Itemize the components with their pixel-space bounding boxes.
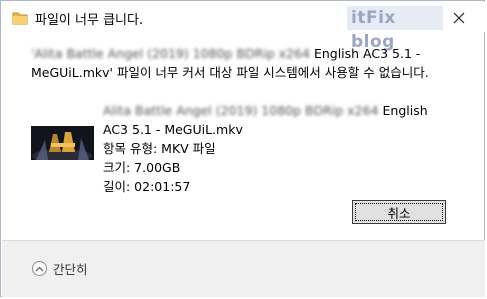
file-thumbnail [31, 126, 94, 160]
dialog-title: 파일이 너무 큽니다. [35, 13, 144, 28]
collapse-label: 간단히 [53, 262, 88, 277]
watermark-logo: itFix blog [347, 6, 443, 52]
file-length: 길이: 02:01:57 [103, 179, 191, 194]
close-icon [453, 9, 465, 28]
folder-icon [12, 10, 28, 25]
blurred-file-name-prefix: Alita Battle Angel (2019) 1080p BDRip x2… [103, 103, 379, 118]
chevron-up-icon [32, 261, 47, 276]
error-message: 'Alita Battle Angel (2019) 1080p BDRip x… [31, 44, 451, 82]
collapse-details-button[interactable]: 간단히 [32, 259, 88, 278]
file-type: 항목 유형: MKV 파일 [103, 141, 216, 156]
file-too-large-dialog: 파일이 너무 큽니다. itFix blog 'Alita Battle Ang… [0, 0, 485, 297]
title-bar: 파일이 너무 큽니다. itFix blog [2, 2, 485, 52]
dialog-footer: 간단히 [2, 240, 485, 297]
close-button[interactable] [443, 6, 475, 30]
focus-ring [355, 203, 443, 221]
blurred-filename-prefix: 'Alita Battle Angel (2019) 1080p BDRip x… [31, 46, 310, 61]
file-size: 크기: 7.00GB [103, 160, 181, 175]
cancel-button[interactable]: 취소 [352, 200, 446, 224]
file-name: Alita Battle Angel (2019) 1080p BDRip x2… [103, 103, 428, 137]
file-info: Alita Battle Angel (2019) 1080p BDRip x2… [103, 101, 443, 196]
